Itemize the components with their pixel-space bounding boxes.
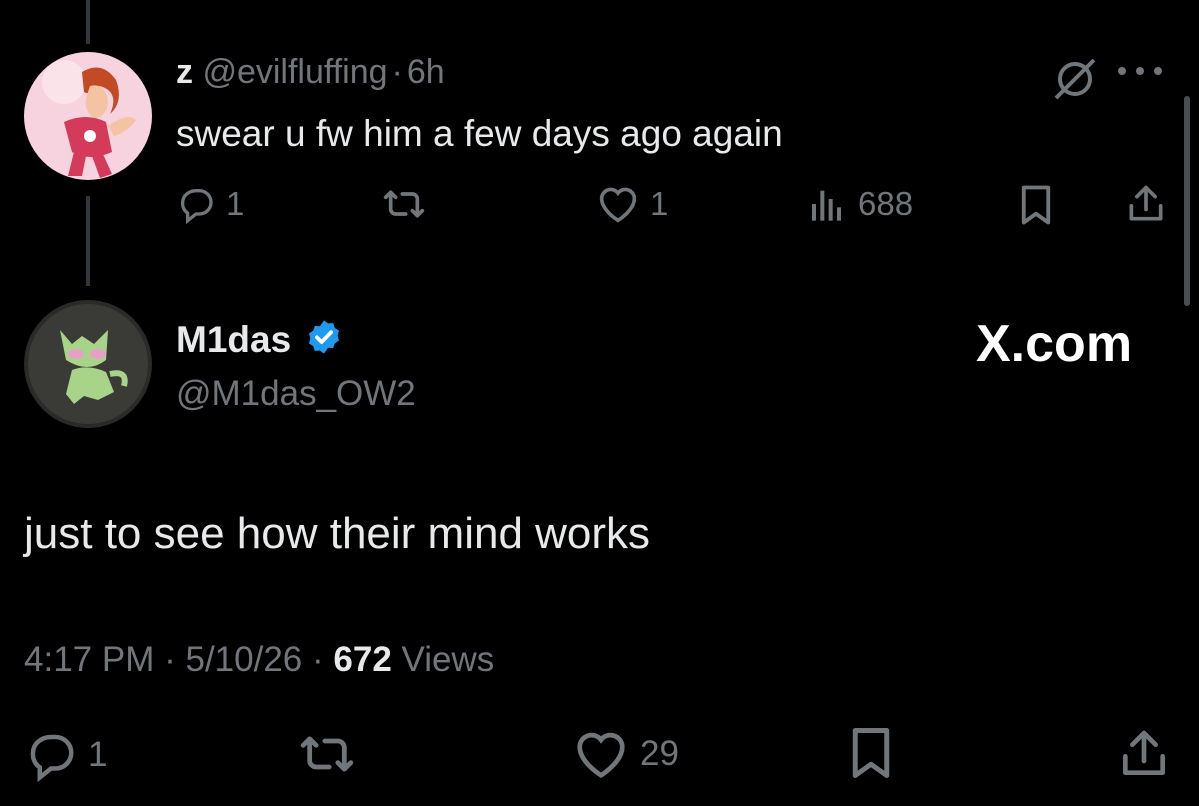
- retweet-icon: [296, 728, 358, 780]
- share-icon: [1124, 182, 1168, 226]
- meta-separator: ·: [312, 640, 324, 679]
- reply-share-button[interactable]: [1124, 182, 1168, 226]
- meta-separator: ·: [164, 640, 176, 679]
- reply-views-button[interactable]: 688: [806, 184, 913, 224]
- avatar-m1das[interactable]: [24, 300, 152, 428]
- tweet-author: M1das: [176, 318, 343, 366]
- bookmark-icon: [848, 726, 894, 780]
- x-com-watermark: X.com: [976, 315, 1133, 373]
- tweet-date[interactable]: 5/10/26: [185, 640, 302, 679]
- tweet-reply-button[interactable]: 1: [24, 728, 107, 782]
- reply-like-count: 1: [650, 185, 669, 222]
- bookmark-icon: [1018, 184, 1054, 226]
- thread-line-top: [86, 0, 90, 44]
- reply-handle[interactable]: @evilfluffing: [202, 53, 387, 91]
- tweet-bookmark-button[interactable]: [848, 726, 894, 780]
- reply-reply-button[interactable]: 1: [176, 184, 244, 224]
- reply-text: swear u fw him a few days ago again: [176, 113, 783, 154]
- tweet-time[interactable]: 4:17 PM: [24, 640, 154, 679]
- muted-icon[interactable]: [1050, 54, 1100, 104]
- tweet-reply-count: 1: [88, 735, 108, 774]
- reply-reply-count: 1: [226, 185, 245, 222]
- thread-line-bottom: [86, 196, 90, 286]
- tweet-text: just to see how their mind works: [24, 509, 651, 558]
- reply-icon: [176, 184, 216, 224]
- tweet-like-button[interactable]: 29: [572, 728, 679, 780]
- reply-icon: [24, 728, 78, 782]
- heart-icon: [572, 728, 630, 780]
- avatar-evilfluffing[interactable]: [24, 52, 152, 180]
- tweet-meta: 4:17 PM · 5/10/26 · 672 Views: [24, 638, 494, 682]
- share-icon: [1116, 726, 1172, 782]
- reply-retweet-button[interactable]: [380, 184, 428, 224]
- reply-display-name[interactable]: z: [176, 53, 193, 91]
- tweet-views-label: Views: [401, 640, 495, 679]
- tweet-display-name[interactable]: M1das: [176, 319, 291, 360]
- reply-timestamp[interactable]: 6h: [407, 53, 445, 91]
- tweet-handle[interactable]: @M1das_OW2: [176, 372, 416, 416]
- reply-separator: ·: [391, 53, 403, 91]
- views-chart-icon: [806, 184, 848, 224]
- reply-bookmark-button[interactable]: [1018, 184, 1054, 226]
- tweet-retweet-button[interactable]: [296, 728, 358, 780]
- heart-icon: [596, 184, 640, 224]
- tweet-views-count: 672: [333, 640, 392, 679]
- tweet-share-button[interactable]: [1116, 726, 1172, 782]
- scrollbar[interactable]: [1184, 96, 1190, 306]
- reply-header: z @evilfluffing · 6h: [176, 52, 445, 92]
- reply-views-count: 688: [858, 185, 914, 222]
- retweet-icon: [380, 184, 428, 224]
- reply-like-button[interactable]: 1: [596, 184, 668, 224]
- more-icon[interactable]: [1114, 64, 1170, 78]
- verified-badge-icon: [305, 318, 343, 366]
- tweet-like-count: 29: [640, 734, 679, 773]
